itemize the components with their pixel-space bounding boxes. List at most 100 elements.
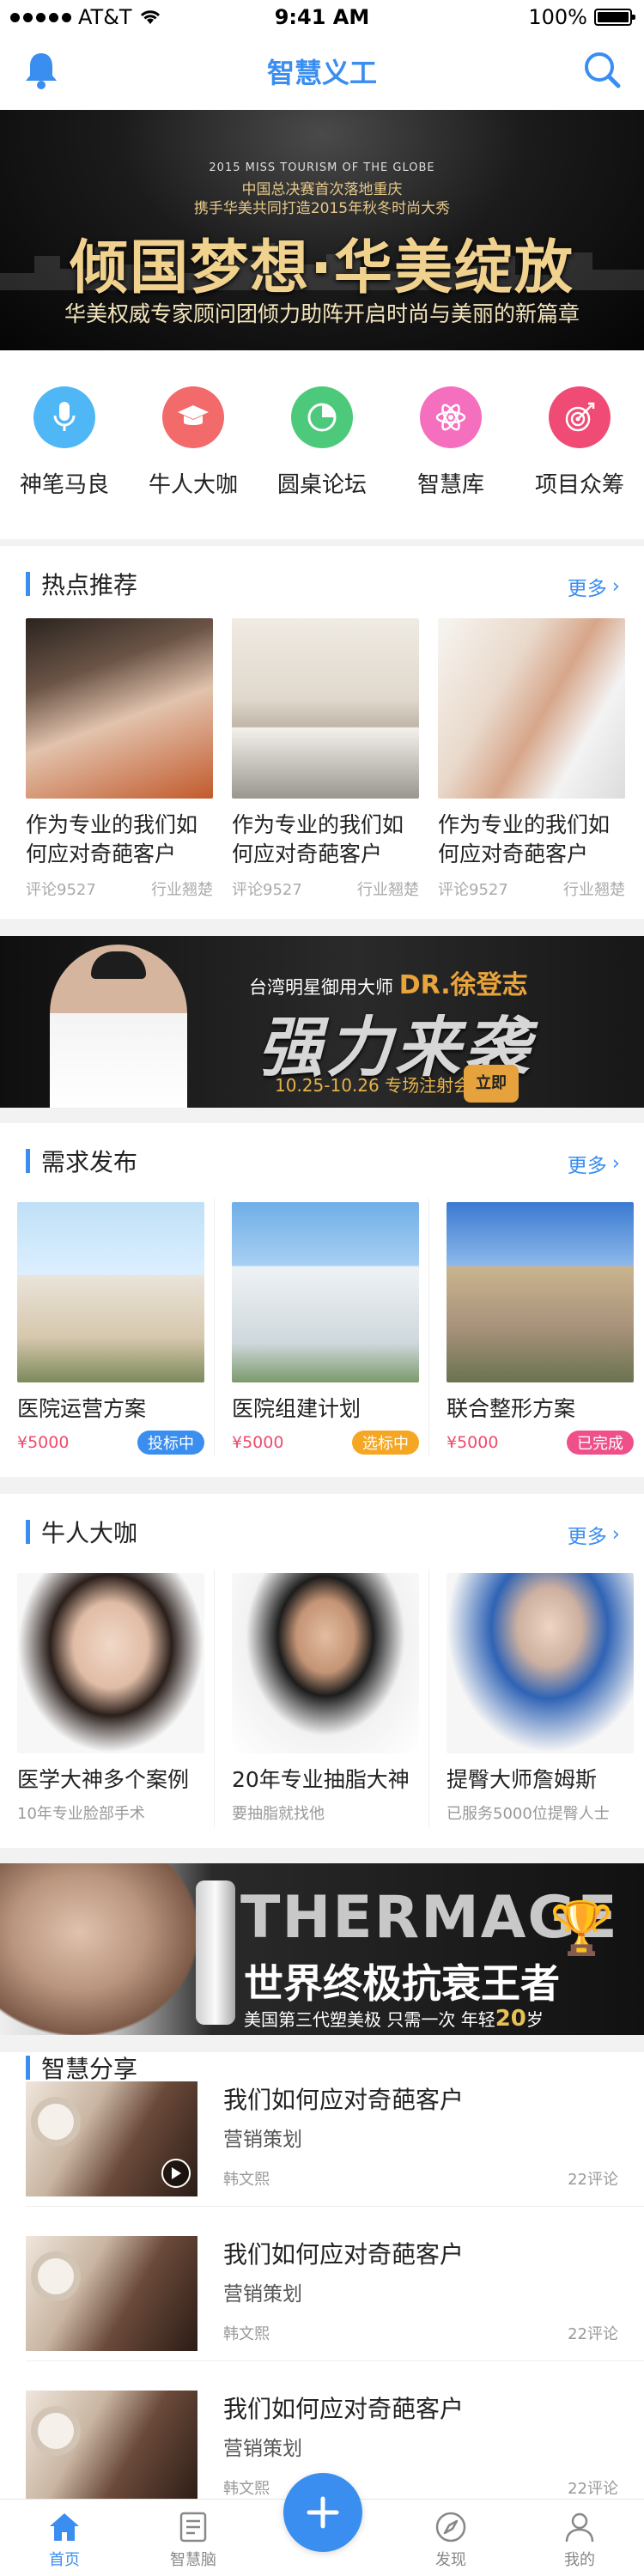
divider [428, 1570, 429, 1827]
share-item-title: 我们如何应对奇葩客户 [223, 2240, 465, 2269]
status-right: 100% [528, 5, 635, 29]
demand-item-price: ¥5000 [232, 1433, 284, 1452]
banner-cta[interactable]: 立即 [464, 1065, 519, 1103]
play-icon[interactable] [161, 2159, 191, 2188]
hot-item-image [26, 618, 213, 799]
share-item-title: 我们如何应对奇葩客户 [223, 2395, 465, 2423]
status-badge: 投标中 [137, 1431, 204, 1455]
quick-action-label: 牛人大咖 [148, 472, 238, 498]
banner-tagline: 华美权威专家顾问团倾力助阵开启时尚与美丽的新篇章 [64, 301, 580, 326]
demand-item-meta: ¥5000 选标中 [232, 1431, 419, 1455]
section-header: 牛人大咖 更多 › [0, 1494, 644, 1570]
banner-event-line: 携手华美共同打造2015年秋冬时尚大秀 [193, 200, 451, 217]
hot-item[interactable]: 作为专业的我们如何应对奇葩客户 评论9527 行业翘楚 [232, 618, 419, 900]
tab-label: 我的 [564, 2551, 595, 2569]
share-item-category: 营销策划 [223, 2129, 302, 2151]
demand-item-image [232, 1202, 419, 1382]
expert-item-image [232, 1573, 419, 1753]
banner-footnote-text: 美国第三代塑美极 只需一次 年轻 [244, 2009, 495, 2030]
search-icon[interactable] [582, 50, 622, 89]
promo-banner-doctor[interactable]: 台湾明星御用大师 DR.徐登志 强力来袭 10.25-10.26 专场注射会 立… [0, 936, 644, 1108]
promo-banner-top[interactable]: 2015 MISS TOURISM OF THE GLOBE 中国总决赛首次落地… [0, 110, 644, 350]
hot-item[interactable]: 作为专业的我们如何应对奇葩客户 评论9527 行业翘楚 [438, 618, 625, 900]
tab-discover[interactable]: 发现 [386, 2500, 515, 2576]
more-label: 更多 [567, 578, 607, 600]
quick-action-experts[interactable]: 牛人大咖 [129, 350, 258, 539]
status-badge: 选标中 [352, 1431, 419, 1455]
demand-item-title: 医院组建计划 [232, 1396, 361, 1421]
expert-item-image [447, 1573, 634, 1753]
share-item-image [26, 2081, 197, 2196]
document-icon [179, 2512, 207, 2543]
divider [214, 1570, 215, 1827]
hot-item-title: 作为专业的我们如何应对奇葩客户 [438, 812, 611, 866]
demand-item[interactable]: 医院组建计划 ¥5000 选标中 [232, 1202, 419, 1455]
quick-action-crowdfunding[interactable]: 项目众筹 [515, 350, 644, 539]
more-link[interactable]: 更多 › [568, 1520, 620, 1549]
banner-event-title: 2015 MISS TOURISM OF THE GLOBE [209, 161, 435, 174]
hot-item-meta: 评论9527 行业翘楚 [232, 878, 419, 900]
page-title: 智慧义工 [266, 57, 377, 89]
more-link[interactable]: 更多 › [568, 1149, 620, 1178]
add-button[interactable] [283, 2473, 362, 2552]
pie-chart-icon [291, 386, 353, 448]
hot-item-comments: 评论9527 [26, 881, 96, 899]
expert-item[interactable]: 20年专业抽脂大神 要抽脂就找他 [232, 1573, 419, 1824]
section-accent-bar [26, 1149, 30, 1173]
demand-item[interactable]: 联合整形方案 ¥5000 已完成 [447, 1202, 634, 1455]
device-image [196, 1880, 235, 2025]
hot-item-title: 作为专业的我们如何应对奇葩客户 [232, 812, 404, 866]
hot-item-meta: 评论9527 行业翘楚 [438, 878, 625, 900]
share-item-comments: 22评论 [568, 2480, 618, 2498]
banner-date: 10.25-10.26 专场注射会 [275, 1075, 471, 1096]
hot-item-meta: 评论9527 行业翘楚 [26, 878, 213, 900]
quick-action-knowledge[interactable]: 智慧库 [386, 350, 515, 539]
share-item[interactable]: 我们如何应对奇葩客户 营销策划 韩文熙 22评论 [0, 2052, 644, 2207]
app-screen: AT&T 9:41 AM 100% 智慧义工 2015 MISS TOURISM… [0, 0, 644, 2576]
share-item-author: 韩文熙 [223, 2171, 270, 2189]
ring-decoration [31, 2251, 81, 2301]
demand-item-title: 医院运营方案 [17, 1396, 147, 1421]
share-item-image [26, 2391, 197, 2506]
hot-item[interactable]: 作为专业的我们如何应对奇葩客户 评论9527 行业翘楚 [26, 618, 213, 900]
section-title: 热点推荐 [41, 571, 138, 599]
quick-action-label: 神笔马良 [19, 472, 109, 498]
demand-item[interactable]: 医院运营方案 ¥5000 投标中 [17, 1202, 204, 1455]
hot-item-image [438, 618, 625, 799]
banner-slogan: 世界终极抗衰王者 [244, 1960, 560, 2007]
more-link[interactable]: 更多 › [568, 572, 620, 601]
quick-action-forum[interactable]: 圆桌论坛 [258, 350, 386, 539]
tab-brain[interactable]: 智慧脑 [129, 2500, 258, 2576]
tab-label: 发现 [435, 2551, 466, 2569]
expert-item-image [17, 1573, 204, 1753]
expert-item[interactable]: 医学大神多个案例 10年专业脸部手术 [17, 1573, 204, 1824]
share-item[interactable]: 我们如何应对奇葩客户 营销策划 韩文熙 22评论 [0, 2207, 644, 2361]
quick-action-brush[interactable]: 神笔马良 [0, 350, 129, 539]
section-title: 需求发布 [41, 1148, 138, 1176]
demand-item-price: ¥5000 [447, 1433, 499, 1452]
home-icon [50, 2513, 79, 2541]
share-item-author: 韩文熙 [223, 2325, 270, 2343]
hot-item-source: 行业翘楚 [151, 881, 213, 899]
promo-banner-thermage[interactable]: THERMAGE 世界终极抗衰王者 🏆 美国第三代塑美极 只需一次 年轻20岁 [0, 1863, 644, 2035]
status-bar: AT&T 9:41 AM 100% [0, 0, 644, 34]
tab-home[interactable]: 首页 [0, 2500, 129, 2576]
compass-icon [435, 2512, 466, 2543]
share-item-comments: 22评论 [568, 2325, 618, 2343]
tab-profile[interactable]: 我的 [515, 2500, 644, 2576]
more-label: 更多 [567, 1155, 607, 1177]
section-demand: 需求发布 更多 › 医院运营方案 ¥5000 投标中 医院组建计划 ¥5000 选… [0, 1123, 644, 1477]
demand-item-meta: ¥5000 已完成 [447, 1431, 634, 1455]
share-item-author: 韩文熙 [223, 2480, 270, 2498]
hot-item-image [232, 618, 419, 799]
battery-percent: 100% [528, 5, 587, 29]
banner-footnote: 美国第三代塑美极 只需一次 年轻20岁 [244, 2006, 544, 2032]
tab-label: 智慧脑 [170, 2551, 216, 2569]
doctor-portrait [50, 945, 187, 1108]
divider [428, 1199, 429, 1456]
quick-action-label: 智慧库 [416, 472, 484, 498]
divider [214, 1199, 215, 1456]
expert-item[interactable]: 提臀大师詹姆斯 已服务5000位提臀人士 [447, 1573, 634, 1824]
section-experts: 牛人大咖 更多 › 医学大神多个案例 10年专业脸部手术 20年专业抽脂大神 要抽… [0, 1494, 644, 1848]
banner-headline: 倾国梦想·华美绽放 [70, 234, 574, 302]
